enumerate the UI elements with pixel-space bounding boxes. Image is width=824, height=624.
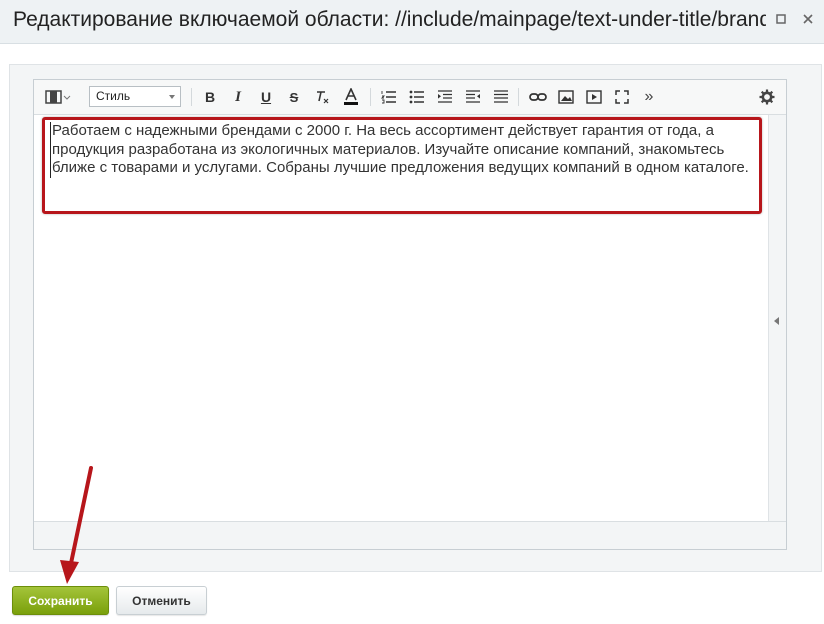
toolbar-divider <box>191 88 192 106</box>
close-icon[interactable] <box>800 12 816 28</box>
fullscreen-icon[interactable] <box>610 86 634 108</box>
align-icon[interactable] <box>489 86 513 108</box>
bold-icon[interactable]: B <box>199 86 221 108</box>
editor-toolbar: Стиль B I U S » <box>34 80 786 115</box>
italic-icon[interactable]: I <box>227 86 249 108</box>
style-select[interactable]: Стиль <box>89 86 181 107</box>
editor-status-bar <box>34 521 786 549</box>
editor-content-text[interactable]: Работаем с надежными брендами с 2000 г. … <box>50 122 766 178</box>
editor-side-panel <box>768 115 786 521</box>
cancel-button[interactable]: Отменить <box>116 586 207 615</box>
text-color-icon[interactable] <box>339 86 363 108</box>
style-select-label: Стиль <box>96 89 131 103</box>
more-icon[interactable]: » <box>638 86 660 108</box>
save-button-label: Сохранить <box>28 593 93 608</box>
chevron-left-icon[interactable] <box>774 317 779 325</box>
clear-format-icon[interactable] <box>310 86 334 108</box>
indent-icon[interactable] <box>461 86 485 108</box>
cancel-button-label: Отменить <box>132 593 191 608</box>
image-icon[interactable] <box>554 86 578 108</box>
toolbar-divider <box>370 88 371 106</box>
chevron-down-icon <box>169 95 175 99</box>
video-icon[interactable] <box>582 86 606 108</box>
dialog-titlebar: Редактирование включаемой области: //inc… <box>0 0 824 44</box>
underline-icon[interactable]: U <box>255 86 277 108</box>
dialog-title: Редактирование включаемой области: //inc… <box>13 8 766 31</box>
unordered-list-icon[interactable] <box>405 86 429 108</box>
ordered-list-icon[interactable] <box>377 86 401 108</box>
link-icon[interactable] <box>526 86 550 108</box>
settings-icon[interactable] <box>756 86 778 108</box>
film-icon[interactable] <box>43 86 73 108</box>
toolbar-divider <box>518 88 519 106</box>
strikethrough-icon[interactable]: S <box>283 86 305 108</box>
maximize-icon[interactable] <box>773 12 789 28</box>
save-button[interactable]: Сохранить <box>12 586 109 615</box>
outdent-icon[interactable] <box>433 86 457 108</box>
